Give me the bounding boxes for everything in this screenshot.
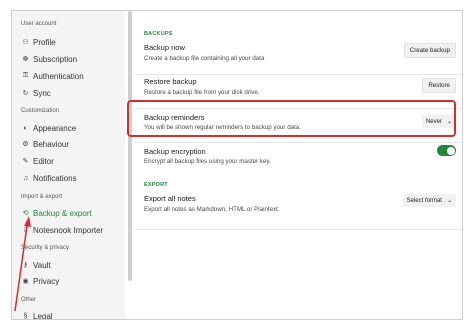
annotation-arrow bbox=[14, 216, 31, 312]
